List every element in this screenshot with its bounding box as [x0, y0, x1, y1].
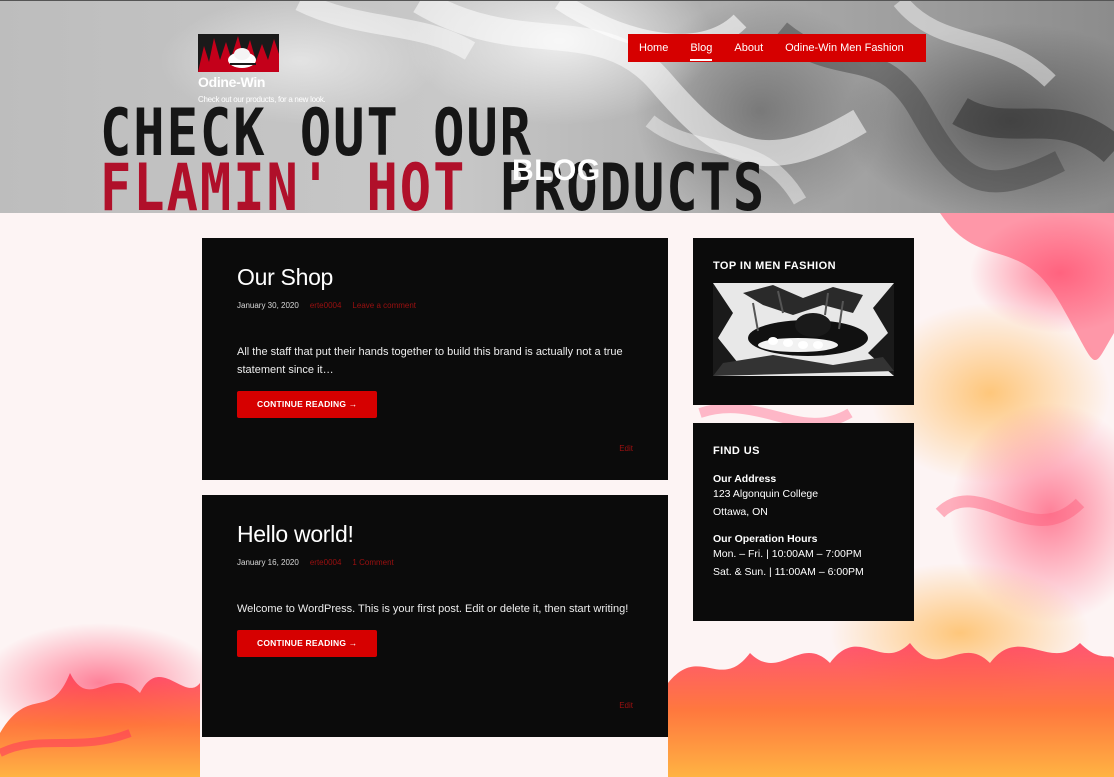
post-author-link[interactable]: erte0004: [310, 558, 342, 567]
nav-item-blog[interactable]: Blog: [690, 42, 713, 61]
main-navigation: Home Blog About Odine-Win Men Fashion: [628, 34, 926, 62]
widget-title: TOP IN MEN FASHION: [713, 260, 836, 272]
post-edit-link[interactable]: Edit: [619, 701, 633, 710]
post-excerpt: All the staff that put their hands toget…: [237, 346, 623, 376]
hours-label: Our Operation Hours: [713, 533, 818, 545]
site-header-hero: Odine-Win Check out our products, for a …: [0, 0, 1114, 213]
hero-banner-line2: FLAMIN' HOT PRODUCTS: [100, 151, 766, 213]
nav-item-home[interactable]: Home: [639, 42, 668, 54]
nav-item-about[interactable]: About: [734, 42, 763, 54]
hours-line: Mon. – Fri. | 10:00AM – 7:00PM: [713, 548, 862, 560]
site-title[interactable]: Odine-Win: [198, 74, 398, 90]
address-line: 123 Algonquin College: [713, 488, 819, 500]
find-us-widget: FIND US Our Address 123 Algonquin Colleg…: [693, 423, 914, 621]
page-title: BLOG: [512, 154, 601, 187]
post-excerpt: Welcome to WordPress. This is your first…: [237, 603, 629, 615]
blog-post: Hello world! January 16, 2020 erte0004 1…: [202, 495, 668, 737]
post-comments-link[interactable]: Leave a comment: [352, 301, 416, 310]
top-in-men-fashion-widget: TOP IN MEN FASHION: [693, 238, 914, 405]
site-branding: Odine-Win Check out our products, for a …: [198, 34, 398, 104]
fashion-artwork-icon: [713, 283, 894, 376]
continue-reading-button[interactable]: CONTINUE READING →: [237, 630, 378, 657]
hours-line: Sat. & Sun. | 11:00AM – 6:00PM: [713, 566, 864, 578]
post-title[interactable]: Our Shop: [237, 264, 633, 291]
hero-banner-red-text: FLAMIN' HOT: [100, 151, 467, 213]
flame-logo-icon: [198, 34, 279, 72]
post-author-link[interactable]: erte0004: [310, 301, 342, 310]
post-edit-link[interactable]: Edit: [619, 444, 633, 453]
blog-post: Our Shop January 30, 2020 erte0004 Leave…: [202, 238, 668, 480]
address-line: Ottawa, ON: [713, 506, 768, 518]
address-label: Our Address: [713, 473, 777, 485]
fashion-artwork-image[interactable]: [713, 283, 894, 376]
continue-reading-button[interactable]: CONTINUE READING →: [237, 391, 378, 418]
post-meta: January 30, 2020 erte0004 Leave a commen…: [237, 301, 633, 310]
post-meta: January 16, 2020 erte0004 1 Comment: [237, 558, 633, 567]
site-logo[interactable]: [198, 34, 279, 72]
post-date[interactable]: January 30, 2020: [237, 301, 299, 310]
post-date[interactable]: January 16, 2020: [237, 558, 299, 567]
post-title[interactable]: Hello world!: [237, 521, 633, 548]
widget-title: FIND US: [713, 445, 760, 457]
post-comments-link[interactable]: 1 Comment: [352, 558, 393, 567]
nav-item-men-fashion[interactable]: Odine-Win Men Fashion: [785, 42, 904, 54]
